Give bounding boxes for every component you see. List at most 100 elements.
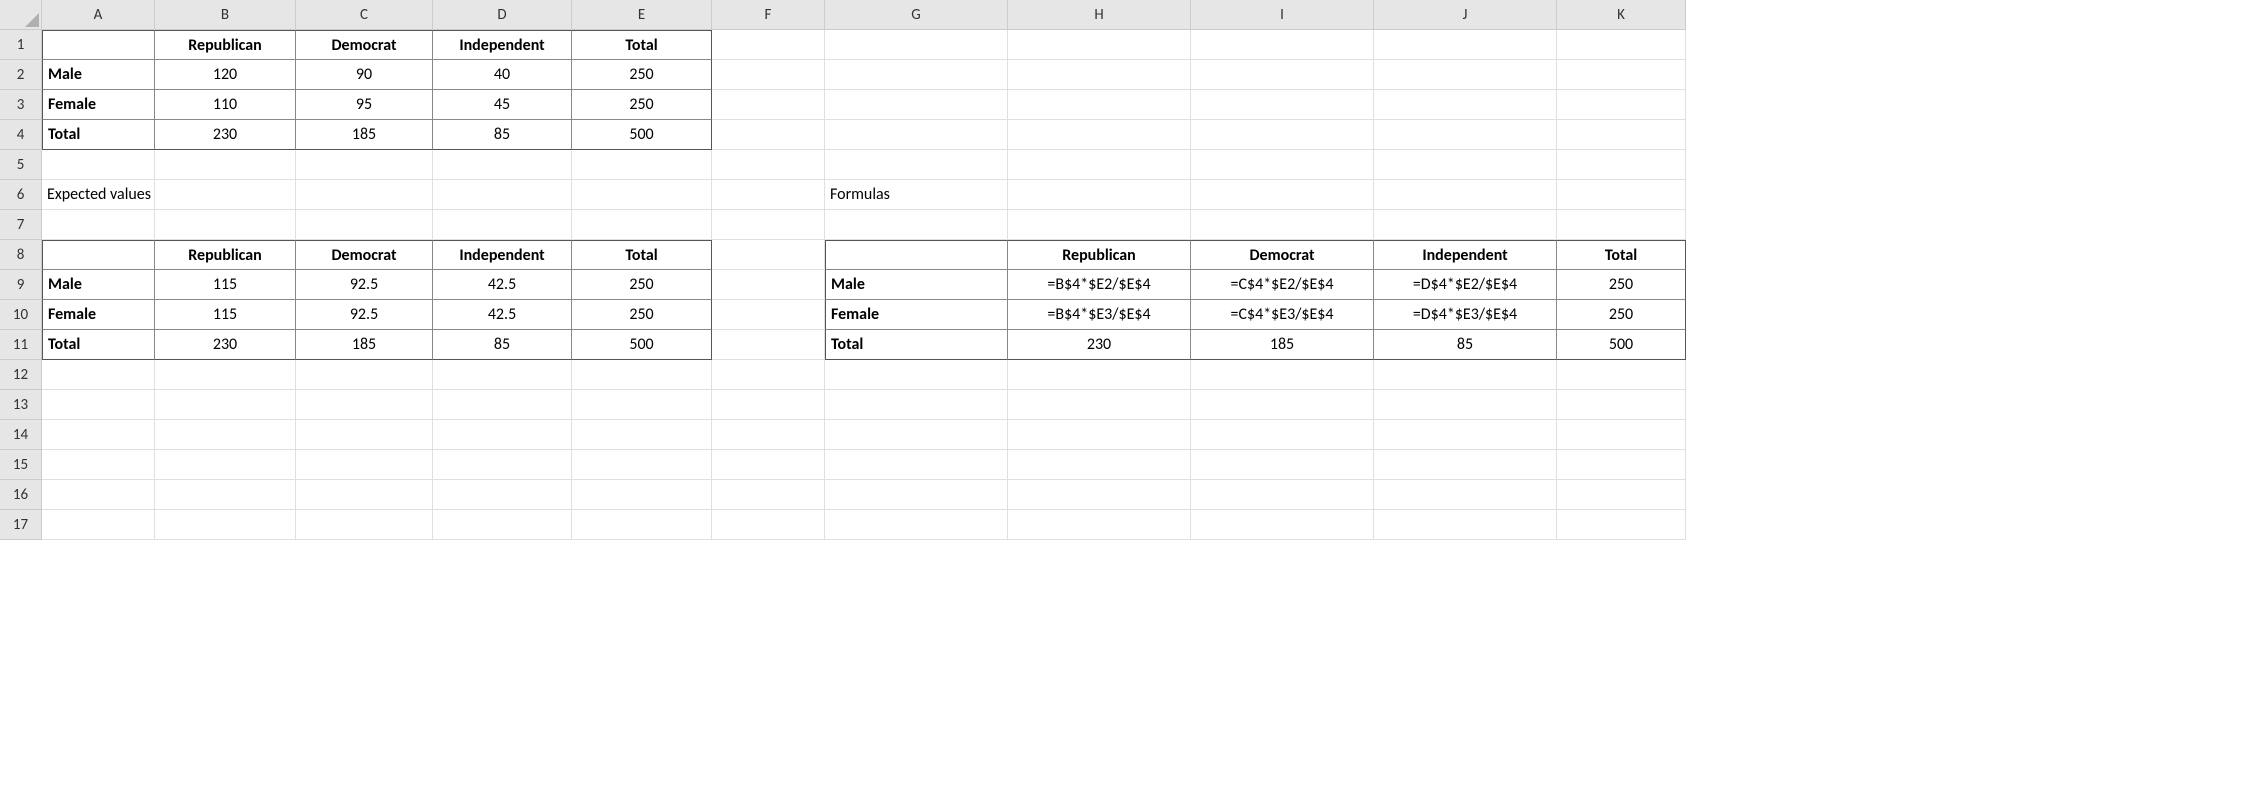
cell-F5[interactable] — [712, 150, 825, 180]
cell-B5[interactable] — [155, 150, 296, 180]
cell-G7[interactable] — [825, 210, 1008, 240]
cell-A3[interactable]: Female — [42, 90, 155, 120]
cell-C2[interactable]: 90 — [296, 60, 433, 90]
cell-C6[interactable] — [296, 180, 433, 210]
cell-C12[interactable] — [296, 360, 433, 390]
cell-K14[interactable] — [1557, 420, 1686, 450]
cell-K1[interactable] — [1557, 30, 1686, 60]
cell-G2[interactable] — [825, 60, 1008, 90]
cell-A10[interactable]: Female — [42, 300, 155, 330]
cell-A15[interactable] — [42, 450, 155, 480]
cell-J6[interactable] — [1374, 180, 1557, 210]
col-header-J[interactable]: J — [1374, 0, 1557, 30]
cell-B3[interactable]: 110 — [155, 90, 296, 120]
cell-K16[interactable] — [1557, 480, 1686, 510]
cell-E12[interactable] — [572, 360, 712, 390]
cell-D11[interactable]: 85 — [433, 330, 572, 360]
cell-C4[interactable]: 185 — [296, 120, 433, 150]
row-header-6[interactable]: 6 — [0, 180, 42, 210]
cell-B10[interactable]: 115 — [155, 300, 296, 330]
spreadsheet-grid[interactable]: A B C D E F G H I J K 1 Republican Democ… — [0, 0, 2261, 540]
cell-G17[interactable] — [825, 510, 1008, 540]
cell-B6[interactable] — [155, 180, 296, 210]
col-header-I[interactable]: I — [1191, 0, 1374, 30]
cell-E1[interactable]: Total — [572, 30, 712, 60]
cell-B15[interactable] — [155, 450, 296, 480]
cell-H4[interactable] — [1008, 120, 1191, 150]
cell-K9[interactable]: 250 — [1557, 270, 1686, 300]
cell-H13[interactable] — [1008, 390, 1191, 420]
cell-F11[interactable] — [712, 330, 825, 360]
cell-K4[interactable] — [1557, 120, 1686, 150]
cell-G1[interactable] — [825, 30, 1008, 60]
cell-J16[interactable] — [1374, 480, 1557, 510]
cell-E13[interactable] — [572, 390, 712, 420]
cell-F10[interactable] — [712, 300, 825, 330]
cell-K13[interactable] — [1557, 390, 1686, 420]
cell-F17[interactable] — [712, 510, 825, 540]
cell-H1[interactable] — [1008, 30, 1191, 60]
cell-J10[interactable]: =D$4*$E3/$E$4 — [1374, 300, 1557, 330]
row-header-4[interactable]: 4 — [0, 120, 42, 150]
cell-C14[interactable] — [296, 420, 433, 450]
cell-E14[interactable] — [572, 420, 712, 450]
cell-K7[interactable] — [1557, 210, 1686, 240]
cell-A11[interactable]: Total — [42, 330, 155, 360]
cell-C7[interactable] — [296, 210, 433, 240]
cell-C17[interactable] — [296, 510, 433, 540]
cell-H3[interactable] — [1008, 90, 1191, 120]
cell-C11[interactable]: 185 — [296, 330, 433, 360]
cell-A17[interactable] — [42, 510, 155, 540]
cell-D1[interactable]: Independent — [433, 30, 572, 60]
cell-J2[interactable] — [1374, 60, 1557, 90]
cell-D2[interactable]: 40 — [433, 60, 572, 90]
cell-G13[interactable] — [825, 390, 1008, 420]
row-header-2[interactable]: 2 — [0, 60, 42, 90]
cell-F13[interactable] — [712, 390, 825, 420]
cell-J4[interactable] — [1374, 120, 1557, 150]
cell-E7[interactable] — [572, 210, 712, 240]
cell-H6[interactable] — [1008, 180, 1191, 210]
row-header-9[interactable]: 9 — [0, 270, 42, 300]
cell-K17[interactable] — [1557, 510, 1686, 540]
cell-I1[interactable] — [1191, 30, 1374, 60]
row-header-16[interactable]: 16 — [0, 480, 42, 510]
cell-E4[interactable]: 500 — [572, 120, 712, 150]
cell-E6[interactable] — [572, 180, 712, 210]
cell-G15[interactable] — [825, 450, 1008, 480]
cell-F12[interactable] — [712, 360, 825, 390]
cell-A12[interactable] — [42, 360, 155, 390]
cell-B1[interactable]: Republican — [155, 30, 296, 60]
cell-D3[interactable]: 45 — [433, 90, 572, 120]
cell-H11[interactable]: 230 — [1008, 330, 1191, 360]
cell-J1[interactable] — [1374, 30, 1557, 60]
cell-E5[interactable] — [572, 150, 712, 180]
select-all-corner[interactable] — [0, 0, 42, 30]
cell-H12[interactable] — [1008, 360, 1191, 390]
col-header-F[interactable]: F — [712, 0, 825, 30]
cell-E16[interactable] — [572, 480, 712, 510]
cell-A16[interactable] — [42, 480, 155, 510]
cell-G10[interactable]: Female — [825, 300, 1008, 330]
cell-F7[interactable] — [712, 210, 825, 240]
cell-F14[interactable] — [712, 420, 825, 450]
cell-E2[interactable]: 250 — [572, 60, 712, 90]
cell-E17[interactable] — [572, 510, 712, 540]
row-header-3[interactable]: 3 — [0, 90, 42, 120]
cell-H16[interactable] — [1008, 480, 1191, 510]
cell-G3[interactable] — [825, 90, 1008, 120]
cell-D5[interactable] — [433, 150, 572, 180]
cell-J5[interactable] — [1374, 150, 1557, 180]
cell-B2[interactable]: 120 — [155, 60, 296, 90]
cell-I5[interactable] — [1191, 150, 1374, 180]
row-header-12[interactable]: 12 — [0, 360, 42, 390]
cell-B13[interactable] — [155, 390, 296, 420]
cell-K5[interactable] — [1557, 150, 1686, 180]
cell-B11[interactable]: 230 — [155, 330, 296, 360]
cell-I10[interactable]: =C$4*$E3/$E$4 — [1191, 300, 1374, 330]
cell-D17[interactable] — [433, 510, 572, 540]
cell-B8[interactable]: Republican — [155, 240, 296, 270]
cell-A13[interactable] — [42, 390, 155, 420]
cell-C9[interactable]: 92.5 — [296, 270, 433, 300]
cell-J3[interactable] — [1374, 90, 1557, 120]
